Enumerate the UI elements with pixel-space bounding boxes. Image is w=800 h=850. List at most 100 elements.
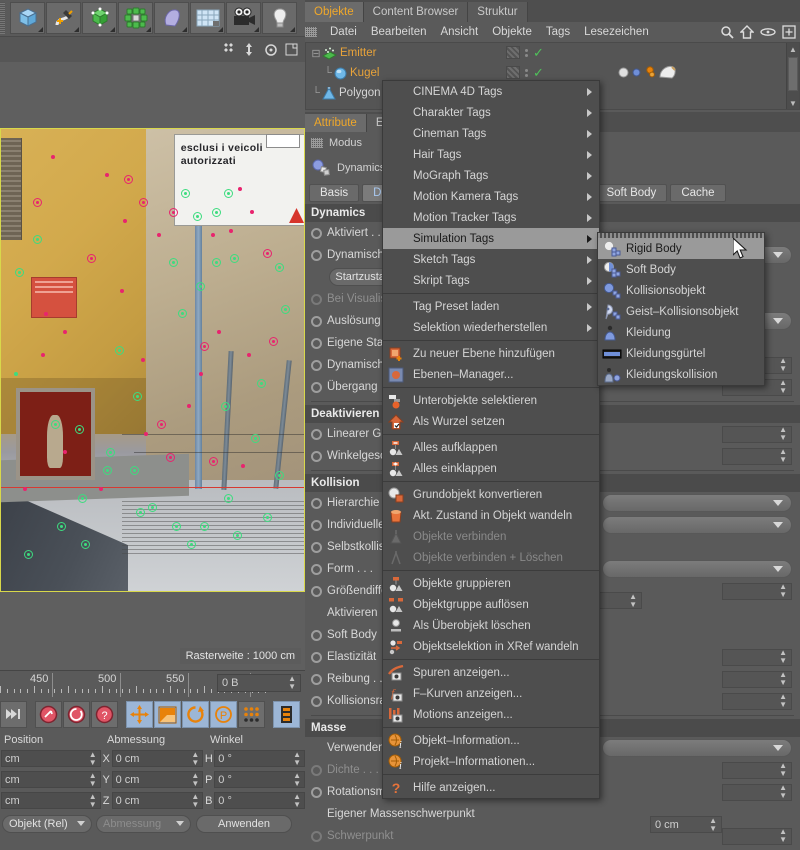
angle-spinner[interactable]: ▲▼ (293, 772, 301, 788)
ctx-item-hair-tags[interactable]: Hair Tags (383, 144, 599, 165)
submenu-item-kleidungsg-rtel[interactable]: Kleidungsgürtel (598, 343, 764, 364)
ctx-item-ebenen-manager[interactable]: Ebenen–Manager... (383, 364, 599, 385)
om-menu-datei[interactable]: Datei (323, 26, 364, 38)
deformer-icon[interactable] (154, 2, 189, 34)
ctx-item-spuren-anzeigen[interactable]: Spuren anzeigen... (383, 662, 599, 683)
am-tab-0[interactable]: Attribute (305, 114, 367, 132)
tracked-footage[interactable]: esclusi i veicoli autorizzati (0, 128, 305, 592)
om-menu-tags[interactable]: Tags (539, 26, 577, 38)
move-tool-icon[interactable] (126, 701, 153, 728)
tags-context-menu[interactable]: CINEMA 4D TagsCharakter TagsCineman Tags… (382, 80, 600, 799)
number-spinner[interactable]: ▲▼ (779, 762, 787, 778)
tracker-point[interactable] (212, 208, 221, 217)
tracker-point[interactable] (200, 522, 209, 531)
attr-number[interactable]: ▲▼ (722, 784, 792, 801)
object-tree-scrollbar[interactable]: ▲ ▼ (786, 43, 799, 109)
ctx-item-skript-tags[interactable]: Skript Tags (383, 270, 599, 291)
ctx-item-grundobjekt-konvertieren[interactable]: Grundobjekt konvertieren (383, 484, 599, 505)
tracker-point[interactable] (224, 494, 233, 503)
check-icon[interactable]: ✓ (533, 48, 544, 58)
am-subtab-0[interactable]: Basis (309, 184, 359, 202)
number-spinner[interactable]: ▲▼ (779, 448, 787, 464)
number-spinner[interactable]: ▲▼ (779, 357, 787, 373)
record-rotation-icon[interactable] (63, 701, 90, 728)
attr-number[interactable]: ▲▼ (722, 693, 792, 710)
tracker-point[interactable] (229, 229, 233, 233)
scroll-down-icon[interactable]: ▼ (787, 97, 799, 109)
attr-row[interactable]: Schwerpunkt▲▼ (305, 825, 800, 847)
scroll-up-icon[interactable]: ▲ (787, 43, 799, 55)
parameter-tool-icon[interactable]: P (210, 701, 237, 728)
submenu-item-geist-kollisionsobjekt[interactable]: Geist–Kollisionsobjekt (598, 301, 764, 322)
tracker-point[interactable] (136, 508, 145, 517)
number-spinner[interactable]: ▲▼ (779, 671, 787, 687)
attr-checkbox[interactable] (311, 787, 322, 798)
ctx-item-hilfe-anzeigen[interactable]: ?Hilfe anzeigen... (383, 777, 599, 798)
ctx-item-sketch-tags[interactable]: Sketch Tags (383, 249, 599, 270)
scale-tool-icon[interactable] (154, 701, 181, 728)
attr-checkbox[interactable] (311, 228, 322, 239)
number-spinner[interactable]: ▲▼ (779, 426, 787, 442)
record-position-icon[interactable] (35, 701, 62, 728)
row-tag-toggles-2[interactable]: ✓ (506, 66, 544, 79)
home-icon[interactable] (740, 25, 754, 39)
attr-checkbox[interactable] (311, 316, 322, 327)
tracker-point[interactable] (106, 448, 115, 457)
ctx-item-objekte-verbinden-l-schen[interactable]: Objekte verbinden + Löschen (383, 547, 599, 568)
camera-icon[interactable] (226, 2, 261, 34)
am-subtab-3[interactable]: Cache (670, 184, 725, 202)
attr-number[interactable]: ▲▼ (722, 762, 792, 779)
attr-row[interactable]: Eigener Massenschwerpunkt (305, 803, 800, 825)
tracker-point[interactable] (57, 522, 66, 531)
ctx-item-motions-anzeigen[interactable]: Motions anzeigen... (383, 704, 599, 725)
number-spinner[interactable]: ▲▼ (779, 583, 787, 599)
tracker-point[interactable] (51, 155, 55, 159)
attr-checkbox[interactable] (311, 630, 322, 641)
nurbs-icon[interactable] (82, 2, 117, 34)
size-spinner-1[interactable]: ▲▼ (629, 593, 637, 609)
visibility-toggle-icon[interactable] (506, 66, 520, 79)
goto-end-icon[interactable] (0, 701, 27, 728)
move-view-icon[interactable] (219, 40, 238, 59)
ctx-item-f-kurven-anzeigen[interactable]: fF–Kurven anzeigen... (383, 683, 599, 704)
tracker-point[interactable] (120, 289, 124, 293)
attr-checkbox[interactable] (311, 429, 322, 440)
attr-checkbox[interactable] (311, 542, 322, 553)
number-spinner[interactable]: ▲▼ (779, 828, 787, 844)
tracker-point[interactable] (224, 189, 233, 198)
rotate-tool-icon[interactable] (182, 701, 209, 728)
search-icon[interactable] (720, 25, 734, 39)
attr-combo[interactable] (602, 739, 792, 757)
light-icon[interactable] (262, 2, 297, 34)
eye-icon[interactable] (760, 26, 776, 38)
attr-checkbox[interactable] (311, 294, 322, 305)
om-tab-0[interactable]: Objekte (305, 2, 364, 22)
attr-checkbox[interactable] (311, 338, 322, 349)
ctx-item-als-berobjekt-l-schen[interactable]: Als Überobjekt löschen (383, 615, 599, 636)
attr-checkbox[interactable] (311, 382, 322, 393)
attr-number[interactable]: ▲▼ (722, 828, 792, 845)
tracker-point[interactable] (14, 372, 18, 376)
position-field[interactable]: cm▲▼ (1, 792, 101, 809)
size-mode-dropdown[interactable]: Abmessung (96, 815, 191, 833)
size-field-2[interactable]: 0 cm▲▼ (650, 816, 722, 833)
attr-checkbox[interactable] (311, 498, 322, 509)
om-menu-ansicht[interactable]: Ansicht (433, 26, 485, 38)
plus-box-icon[interactable] (782, 25, 796, 39)
tracker-point[interactable] (209, 457, 218, 466)
dimension-field[interactable]: 0 cm▲▼ (112, 750, 204, 767)
om-menu-objekte[interactable]: Objekte (485, 26, 539, 38)
number-spinner[interactable]: ▲▼ (779, 693, 787, 709)
dimension-field[interactable]: 0 cm▲▼ (112, 792, 204, 809)
tracker-point[interactable] (257, 379, 266, 388)
check-icon[interactable]: ✓ (533, 68, 544, 78)
tracker-point[interactable] (281, 305, 290, 314)
ctx-item-tag-preset-laden[interactable]: Tag Preset laden (383, 296, 599, 317)
tracker-point[interactable] (263, 513, 272, 522)
attr-checkbox[interactable] (311, 674, 322, 685)
ctx-item-projekt-informationen[interactable]: iProjekt–Informationen... (383, 751, 599, 772)
tracker-point[interactable] (221, 402, 230, 411)
tracker-point[interactable] (199, 372, 203, 376)
ctx-item-alles-einklappen[interactable]: Alles einklappen (383, 458, 599, 479)
tracker-point[interactable] (63, 330, 67, 334)
